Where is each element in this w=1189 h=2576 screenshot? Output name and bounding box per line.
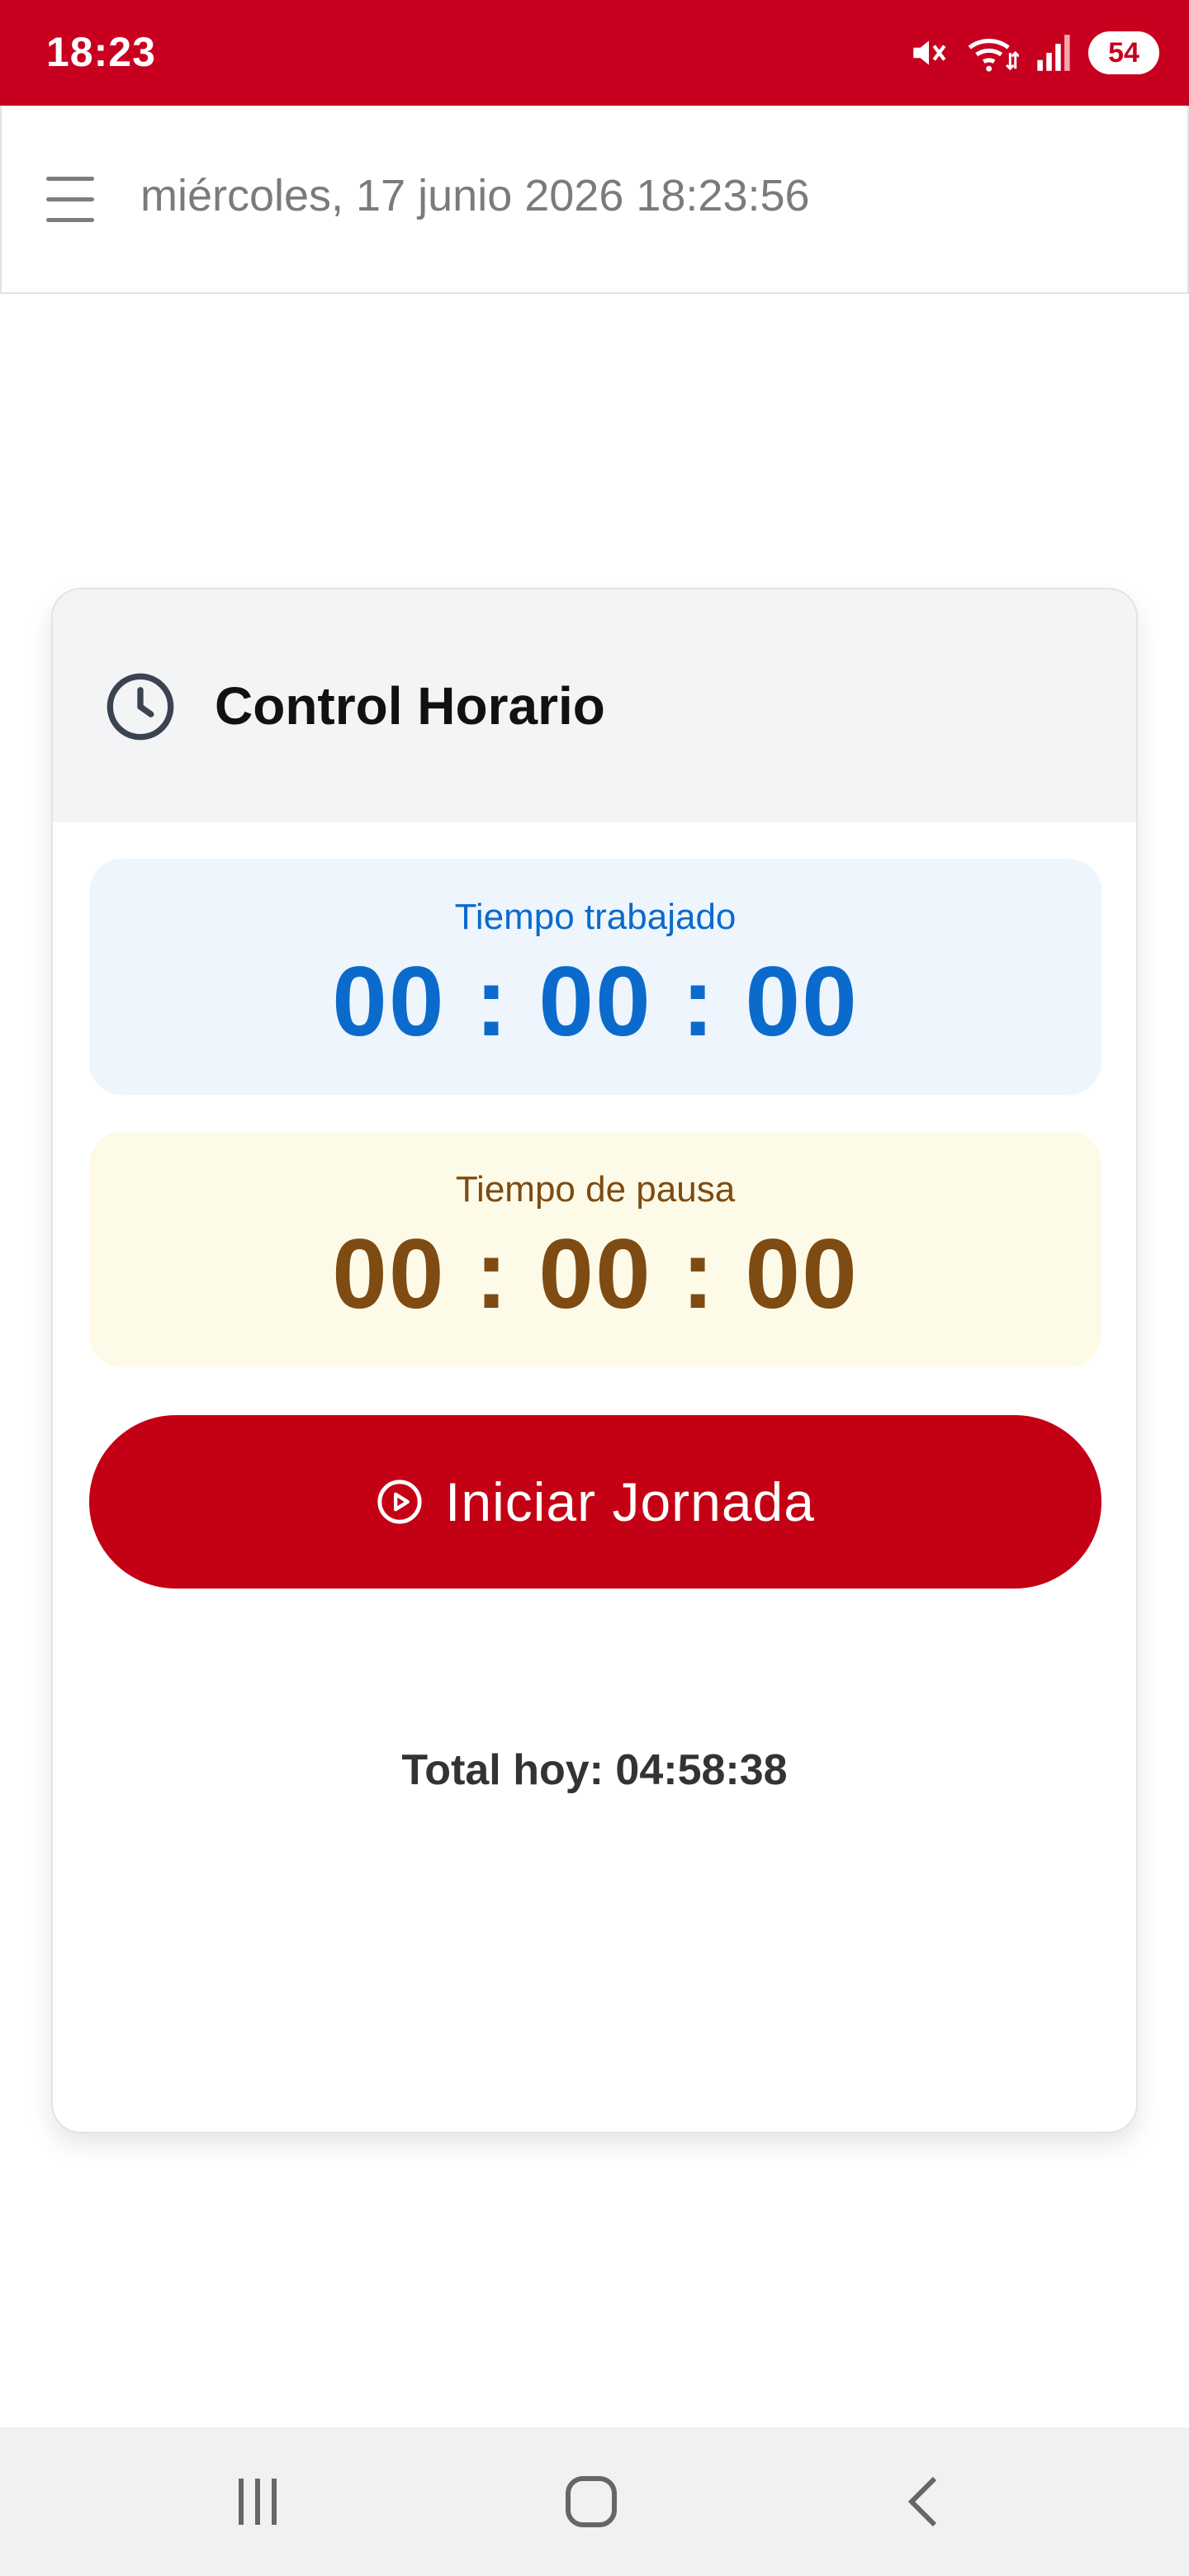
home-icon[interactable] xyxy=(558,2469,624,2535)
mute-icon xyxy=(913,40,946,65)
wifi-icon xyxy=(968,39,1019,72)
signal-icon xyxy=(1037,35,1070,71)
card-header: Control Horario xyxy=(53,590,1136,822)
battery-indicator: 54 xyxy=(1088,31,1159,74)
pause-time-label: Tiempo de pausa xyxy=(455,1169,736,1210)
start-workday-button[interactable]: Iniciar Jornada xyxy=(89,1415,1101,1589)
recents-icon[interactable] xyxy=(225,2469,291,2535)
system-nav-bar xyxy=(0,2427,1189,2576)
control-horario-card: Control Horario Tiempo trabajado 00 : 00… xyxy=(51,588,1138,2133)
app-header: miércoles, 17 junio 2026 18:23:56 xyxy=(0,106,1189,294)
clock-icon xyxy=(107,673,174,741)
worked-time-value: 00 : 00 : 00 xyxy=(332,946,859,1057)
play-circle-icon xyxy=(377,1480,422,1524)
back-icon[interactable] xyxy=(892,2469,958,2535)
card-title: Control Horario xyxy=(215,676,605,736)
header-datetime: miércoles, 17 junio 2026 18:23:56 xyxy=(140,171,810,220)
status-time: 18:23 xyxy=(46,29,156,75)
total-today: Total hoy: 04:58:38 xyxy=(401,1746,788,1794)
worked-time-panel: Tiempo trabajado 00 : 00 : 00 xyxy=(89,859,1101,1095)
pause-time-value: 00 : 00 : 00 xyxy=(332,1219,859,1329)
hamburger-menu-icon[interactable] xyxy=(46,177,96,226)
start-workday-label: Iniciar Jornada xyxy=(445,1471,815,1532)
pause-time-panel: Tiempo de pausa 00 : 00 : 00 xyxy=(89,1131,1101,1367)
status-icons: 54 xyxy=(908,31,1159,74)
status-bar: 18:23 54 xyxy=(0,0,1189,106)
worked-time-label: Tiempo trabajado xyxy=(454,897,737,937)
